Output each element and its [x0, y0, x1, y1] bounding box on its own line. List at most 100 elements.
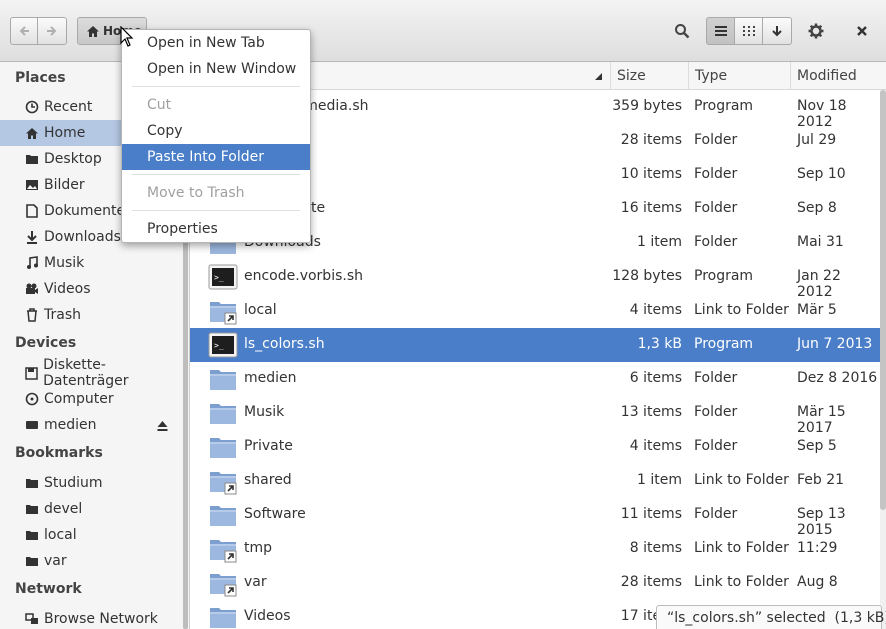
- folder-icon: [208, 602, 238, 629]
- folder-link-icon: [208, 296, 238, 326]
- folder-icon: [25, 476, 39, 490]
- sidebar-item-var[interactable]: var: [0, 548, 182, 574]
- file-modified: Aug 8: [797, 574, 838, 590]
- menu-item-paste-into-folder[interactable]: Paste Into Folder: [122, 144, 310, 170]
- folder-link-icon: [208, 534, 238, 564]
- file-name: encode.vorbis.sh: [244, 268, 363, 284]
- file-modified: Sep 5: [797, 438, 837, 454]
- file-type: Folder: [694, 438, 738, 454]
- mouse-cursor-icon: [120, 26, 134, 47]
- file-type: Folder: [694, 370, 738, 386]
- menu-separator: [132, 174, 300, 175]
- download-icon: [25, 230, 39, 244]
- table-row[interactable]: Musik 13 items Folder Mär 15 2017: [190, 396, 880, 436]
- column-modified[interactable]: Modified: [790, 62, 886, 90]
- sidebar-item-studium[interactable]: Studium: [0, 470, 182, 496]
- settings-button[interactable]: [802, 17, 830, 45]
- arrow-down-icon: [772, 26, 782, 37]
- search-button[interactable]: [668, 17, 696, 45]
- menu-item-copy[interactable]: Copy: [122, 118, 310, 144]
- file-name: var: [244, 574, 267, 590]
- table-row[interactable]: Private 4 items Folder Sep 5: [190, 430, 880, 464]
- status-bar: “ls_colors.sh” selected (1,3 kB): [656, 605, 886, 629]
- forward-button[interactable]: [37, 17, 67, 45]
- file-type: Program: [694, 268, 754, 284]
- table-row[interactable]: Software 11 items Folder Sep 13 2015: [190, 498, 880, 538]
- sidebar-item-label: Dokumente: [44, 203, 126, 219]
- table-row[interactable]: var 28 items Link to Folder Aug 8: [190, 566, 880, 600]
- file-modified: Dez 8 2016: [797, 370, 878, 386]
- sidebar-item-label: Musik: [44, 255, 85, 271]
- view-options-button[interactable]: [762, 17, 792, 45]
- sidebar-item-diskette[interactable]: Diskette-Datenträger: [0, 357, 182, 389]
- file-name: ls_colors.sh: [244, 336, 325, 352]
- table-row[interactable]: >_ encode.vorbis.sh 128 bytes Program Jan 22…: [190, 260, 880, 300]
- folder-icon: [208, 500, 238, 530]
- menu-item-open-new-tab[interactable]: Open in New Tab: [122, 30, 310, 56]
- sidebar-item-label: Videos: [44, 281, 91, 297]
- file-type: Link to Folder: [694, 302, 789, 318]
- eject-icon[interactable]: [157, 419, 168, 435]
- file-type: Link to Folder: [694, 472, 789, 488]
- sidebar-item-label: Home: [44, 125, 86, 141]
- menu-item-properties[interactable]: Properties: [122, 216, 310, 242]
- grid-view-button[interactable]: [734, 17, 763, 45]
- table-row[interactable]: tmp 8 items Link to Folder 11:29: [190, 532, 880, 566]
- file-size: 8 items: [629, 540, 682, 556]
- file-type: Folder: [694, 404, 738, 420]
- trash-icon: [25, 308, 39, 322]
- sidebar-item-label: Recent: [44, 99, 93, 115]
- folder-icon: [208, 398, 238, 428]
- sidebar-item-label: devel: [44, 501, 83, 517]
- document-icon: [25, 204, 39, 218]
- pictures-icon: [25, 178, 39, 192]
- sort-ascending-icon[interactable]: [594, 72, 603, 81]
- sidebar-item-computer[interactable]: Computer: [0, 386, 182, 412]
- sidebar-item-label: medien: [44, 417, 97, 433]
- column-size[interactable]: Size: [610, 62, 688, 90]
- sidebar-item-videos[interactable]: Videos: [0, 276, 182, 302]
- file-size: 128 bytes: [612, 268, 682, 284]
- menu-separator: [132, 210, 300, 211]
- file-type: Folder: [694, 132, 738, 148]
- sidebar-item-label: local: [44, 527, 77, 543]
- file-list-scrollbar[interactable]: [880, 90, 886, 629]
- folder-icon: [208, 364, 238, 394]
- file-modified: Jul 29: [797, 132, 837, 148]
- arrow-left-icon: [19, 26, 29, 36]
- file-size: 16 items: [620, 200, 682, 216]
- table-row[interactable]: medien 6 items Folder Dez 8 2016: [190, 362, 880, 396]
- file-size: 6 items: [629, 370, 682, 386]
- list-view-icon: [714, 26, 727, 36]
- table-row[interactable]: shared 1 item Link to Folder Feb 21: [190, 464, 880, 498]
- file-list-scrollbar-thumb[interactable]: [880, 90, 886, 510]
- column-type[interactable]: Type: [688, 62, 790, 90]
- folder-icon: [25, 554, 39, 568]
- table-row[interactable]: >_ ls_colors.sh 1,3 kB Program Jun 7 2013: [190, 328, 880, 362]
- svg-text:>_: >_: [214, 341, 224, 350]
- menu-item-open-new-window[interactable]: Open in New Window: [122, 56, 310, 82]
- close-icon: [857, 26, 867, 36]
- sidebar-item-label: Studium: [44, 475, 103, 491]
- table-row[interactable]: local 4 items Link to Folder Mär 5: [190, 294, 880, 328]
- sidebar-item-label: Browse Network: [44, 611, 158, 627]
- sidebar-item-browse-network[interactable]: Browse Network: [0, 606, 182, 629]
- folder-link-icon: [208, 568, 238, 598]
- file-size: 13 items: [620, 404, 682, 420]
- folder-link-icon: [208, 466, 238, 496]
- sidebar-item-devel[interactable]: devel: [0, 496, 182, 522]
- list-view-button[interactable]: [706, 17, 735, 45]
- file-modified: Feb 21: [797, 472, 845, 488]
- menu-separator: [132, 86, 300, 87]
- file-type: Folder: [694, 234, 738, 250]
- sidebar-item-label: var: [44, 553, 67, 569]
- sidebar-item-medien[interactable]: medien: [0, 412, 182, 438]
- sidebar-item-trash[interactable]: Trash: [0, 302, 182, 328]
- close-button[interactable]: [848, 17, 876, 45]
- music-icon: [25, 256, 39, 270]
- sidebar-item-local[interactable]: local: [0, 522, 182, 548]
- file-size: 1,3 kB: [637, 336, 682, 352]
- back-button[interactable]: [10, 17, 38, 45]
- sidebar-item-musik[interactable]: Musik: [0, 250, 182, 276]
- file-size: 28 items: [620, 132, 682, 148]
